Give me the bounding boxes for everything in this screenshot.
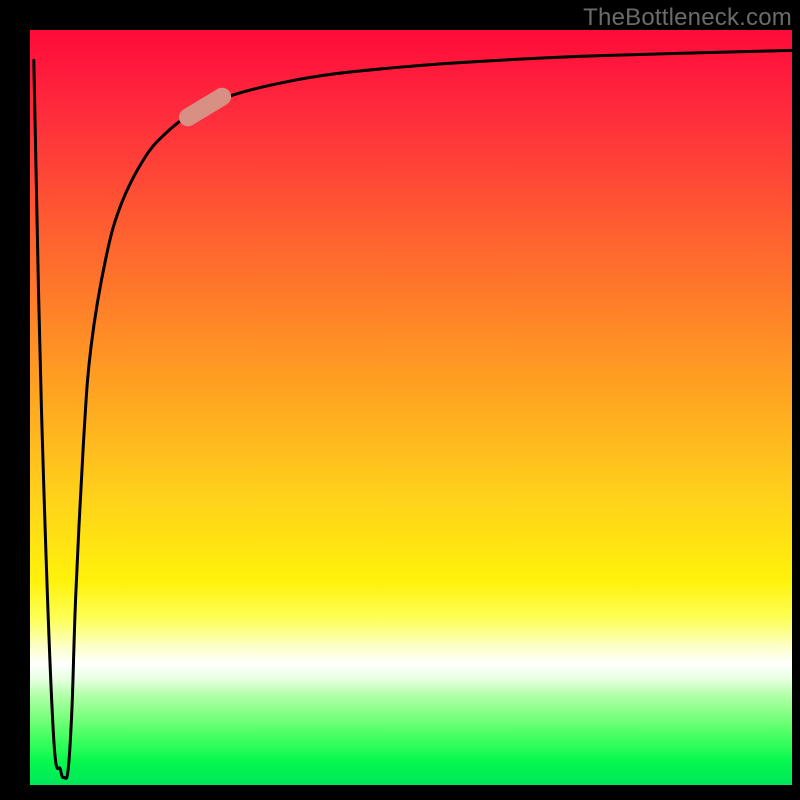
bottleneck-curve — [30, 30, 792, 785]
watermark-label: TheBottleneck.com — [583, 4, 792, 32]
chart-frame: TheBottleneck.com — [0, 0, 800, 800]
curve-path — [34, 50, 792, 778]
plot-area — [30, 30, 792, 785]
series-marker — [176, 84, 235, 129]
